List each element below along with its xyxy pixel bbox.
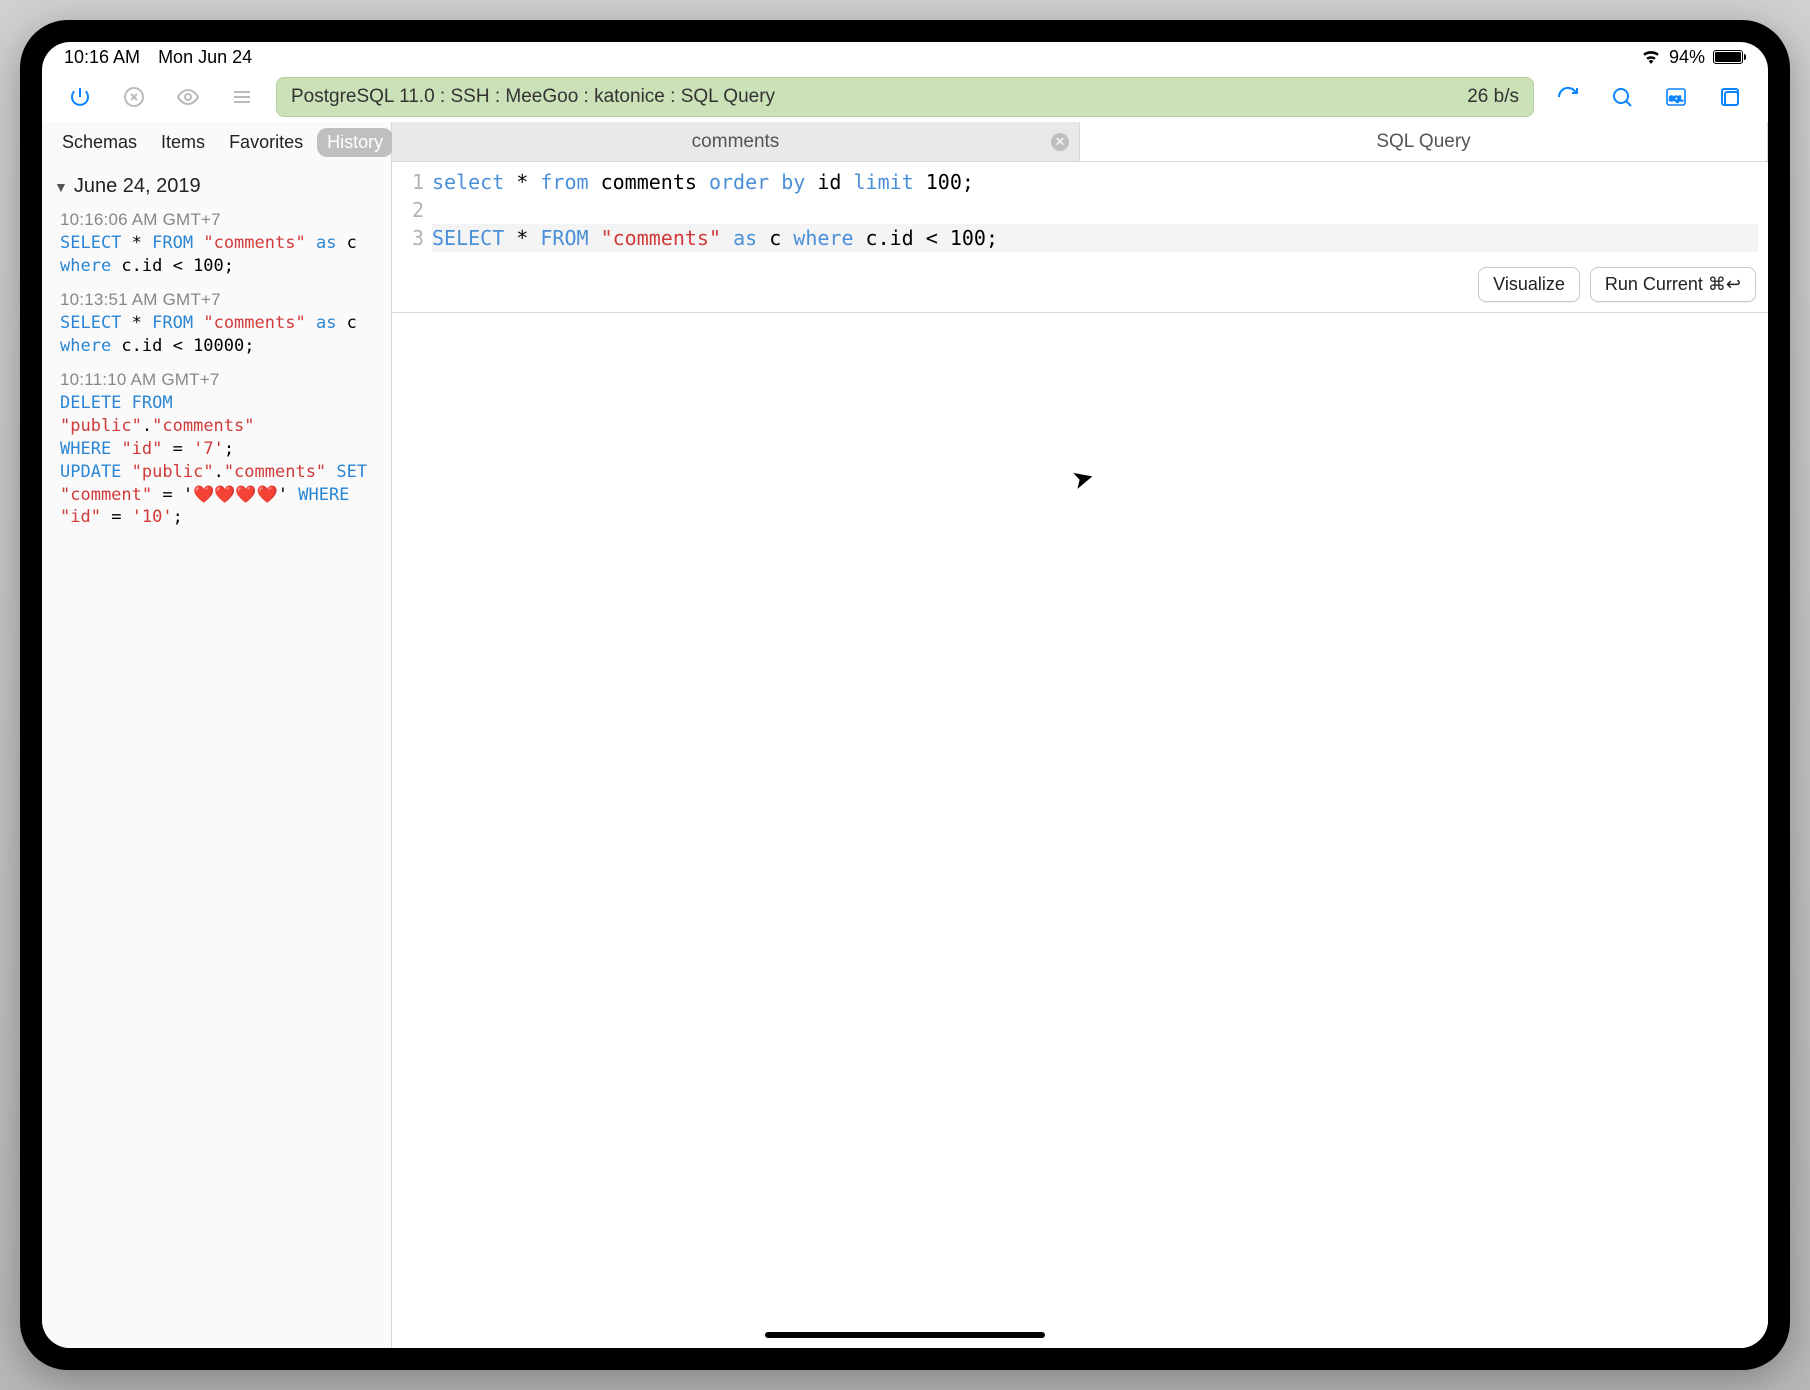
status-date: Mon Jun 24	[158, 47, 252, 68]
history-sql: SELECT * FROM "comments" as c where c.id…	[60, 312, 373, 358]
battery-icon	[1713, 50, 1746, 64]
device-frame: 10:16 AM Mon Jun 24 94%	[20, 20, 1790, 1370]
history-time: 10:11:10 AM GMT+7	[60, 370, 373, 390]
history-item[interactable]: 10:11:10 AM GMT+7DELETE FROM "public"."c…	[54, 364, 379, 536]
eye-icon[interactable]	[168, 77, 208, 117]
list-icon[interactable]	[222, 77, 262, 117]
history-sql: SELECT * FROM "comments" as c where c.id…	[60, 232, 373, 278]
tab-label: comments	[692, 131, 780, 153]
tab-label: SQL Query	[1376, 131, 1470, 153]
battery-pct: 94%	[1669, 47, 1705, 68]
history-sql: DELETE FROM "public"."comments" WHERE "i…	[60, 392, 373, 530]
wifi-icon	[1641, 50, 1661, 64]
connection-label: PostgreSQL 11.0 : SSH : MeeGoo : katonic…	[291, 86, 775, 108]
refresh-icon[interactable]	[1548, 77, 1588, 117]
editor-tabs: comments ✕ SQL Query	[392, 122, 1768, 162]
chevron-down-icon: ▼	[54, 179, 68, 195]
history-time: 10:16:06 AM GMT+7	[60, 210, 373, 230]
home-indicator[interactable]	[765, 1332, 1045, 1338]
cancel-icon[interactable]	[114, 77, 154, 117]
sidebar-tab-items[interactable]: Items	[151, 128, 215, 157]
editor-tab-comments[interactable]: comments ✕	[392, 122, 1080, 161]
toolbar: PostgreSQL 11.0 : SSH : MeeGoo : katonic…	[42, 72, 1768, 122]
cursor-icon: ➤	[1068, 461, 1097, 497]
history-time: 10:13:51 AM GMT+7	[60, 290, 373, 310]
status-time: 10:16 AM	[64, 47, 140, 68]
run-current-button[interactable]: Run Current ⌘↩︎	[1590, 267, 1756, 302]
search-icon[interactable]	[1602, 77, 1642, 117]
editor-pane: comments ✕ SQL Query 123 select * from c…	[392, 122, 1768, 1348]
sql-icon[interactable]: SQL	[1656, 77, 1696, 117]
code-line[interactable]: select * from comments order by id limit…	[432, 168, 1758, 196]
screen: 10:16 AM Mon Jun 24 94%	[42, 42, 1768, 1348]
editor-tab-sqlquery[interactable]: SQL Query	[1080, 122, 1768, 161]
close-icon[interactable]: ✕	[1051, 133, 1069, 151]
status-bar: 10:16 AM Mon Jun 24 94%	[42, 42, 1768, 72]
history-list: 10:16:06 AM GMT+7SELECT * FROM "comments…	[54, 204, 379, 535]
sidebar-tab-favorites[interactable]: Favorites	[219, 128, 313, 157]
sidebar-tab-history[interactable]: History	[317, 128, 393, 157]
content-area: Schemas Items Favorites History ▼ June 2…	[42, 122, 1768, 1348]
editor-action-buttons: Visualize Run Current ⌘↩︎	[1478, 267, 1756, 302]
sidebar-body[interactable]: ▼ June 24, 2019 10:16:06 AM GMT+7SELECT …	[42, 165, 391, 1348]
panels-icon[interactable]	[1710, 77, 1750, 117]
history-item[interactable]: 10:16:06 AM GMT+7SELECT * FROM "comments…	[54, 204, 379, 284]
connection-pill[interactable]: PostgreSQL 11.0 : SSH : MeeGoo : katonic…	[276, 77, 1534, 117]
line-gutter: 123	[392, 168, 432, 252]
sidebar: Schemas Items Favorites History ▼ June 2…	[42, 122, 392, 1348]
history-item[interactable]: 10:13:51 AM GMT+7SELECT * FROM "comments…	[54, 284, 379, 364]
svg-text:SQL: SQL	[1669, 96, 1683, 103]
throughput-label: 26 b/s	[1467, 86, 1519, 108]
results-pane: ➤	[392, 313, 1768, 1348]
sidebar-tab-schemas[interactable]: Schemas	[52, 128, 147, 157]
code-lines[interactable]: select * from comments order by id limit…	[432, 168, 1768, 252]
power-icon[interactable]	[60, 77, 100, 117]
code-line[interactable]: SELECT * FROM "comments" as c where c.id…	[432, 224, 1758, 252]
code-line[interactable]	[432, 196, 1758, 224]
visualize-button[interactable]: Visualize	[1478, 267, 1580, 302]
history-group-header[interactable]: ▼ June 24, 2019	[54, 169, 379, 204]
history-date: June 24, 2019	[74, 175, 201, 198]
sidebar-tabs: Schemas Items Favorites History	[42, 122, 391, 165]
code-editor-area[interactable]: 123 select * from comments order by id l…	[392, 162, 1768, 313]
